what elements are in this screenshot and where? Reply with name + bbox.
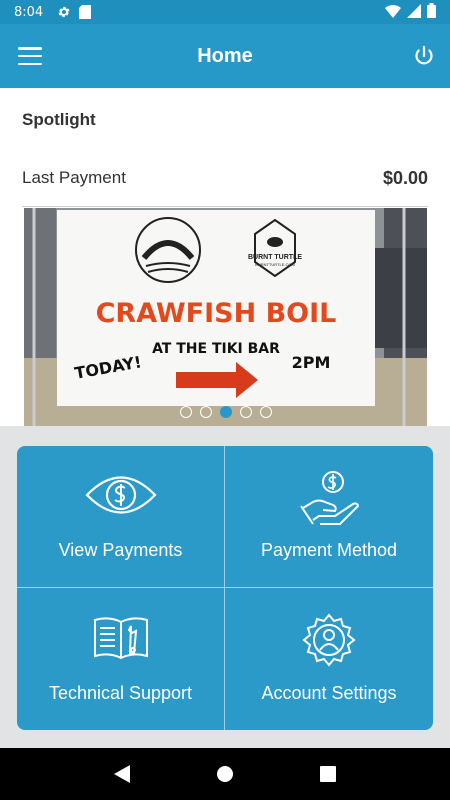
carousel-dot[interactable]: [179, 406, 192, 418]
payment-method-button[interactable]: Payment Method: [225, 446, 433, 588]
eye-dollar-icon: [84, 470, 157, 525]
wifi-icon: [385, 4, 401, 21]
account-settings-button[interactable]: Account Settings: [225, 588, 433, 730]
back-icon[interactable]: [110, 762, 134, 786]
menu-area: View Payments Payment Method Technical S…: [0, 426, 450, 748]
view-payments-button[interactable]: View Payments: [17, 446, 225, 588]
app-bar: Home: [0, 24, 450, 88]
carousel-right-text: 2PM: [292, 353, 331, 372]
battery-icon: [427, 3, 436, 21]
gear-icon: [57, 5, 71, 19]
signal-icon: [407, 3, 421, 21]
sd-card-icon: [79, 5, 92, 19]
technical-support-label: Technical Support: [48, 683, 193, 703]
power-icon[interactable]: [412, 44, 436, 68]
hand-dollar-icon: [299, 470, 360, 531]
recents-icon[interactable]: [316, 762, 340, 786]
page-title: Home: [197, 44, 253, 67]
carousel-dot[interactable]: [199, 406, 212, 418]
account-settings-label: Account Settings: [261, 683, 397, 703]
hamburger-menu-icon[interactable]: [18, 44, 42, 68]
home-icon[interactable]: [213, 762, 237, 786]
carousel-logo-text: BURNT TURTLE: [248, 254, 302, 261]
spotlight-carousel[interactable]: BURNT TURTLE BURNTTURTLE.COM CRAWFISH BO…: [24, 208, 427, 426]
spotlight-section: Spotlight Last Payment $0.00 BURNT TURTL…: [0, 88, 450, 426]
payment-method-label: Payment Method: [260, 540, 398, 560]
system-nav-bar: [0, 748, 450, 800]
carousel-dot[interactable]: [219, 406, 232, 418]
gear-user-icon: [301, 612, 357, 673]
carousel-dot[interactable]: [259, 406, 272, 418]
view-payments-label: View Payments: [58, 540, 183, 560]
divider: [22, 206, 428, 207]
manual-wrench-icon: [91, 612, 151, 667]
carousel-dots: [24, 406, 427, 418]
carousel-subline: AT THE TIKI BAR: [152, 341, 280, 357]
spotlight-title: Spotlight: [22, 110, 96, 129]
last-payment-label: Last Payment: [22, 168, 126, 187]
status-time: 8:04: [14, 4, 44, 20]
carousel-image: BURNT TURTLE BURNTTURTLE.COM CRAWFISH BO…: [24, 208, 427, 426]
status-bar: 8:04: [0, 0, 450, 24]
carousel-logo-url: BURNTTURTLE.COM: [255, 262, 295, 267]
menu-grid: View Payments Payment Method Technical S…: [17, 446, 433, 730]
technical-support-button[interactable]: Technical Support: [17, 588, 225, 730]
carousel-headline: CRAWFISH BOIL: [96, 298, 337, 329]
last-payment-amount: $0.00: [382, 168, 428, 188]
last-payment-row: Last Payment $0.00: [22, 168, 428, 189]
carousel-dot[interactable]: [239, 406, 252, 418]
